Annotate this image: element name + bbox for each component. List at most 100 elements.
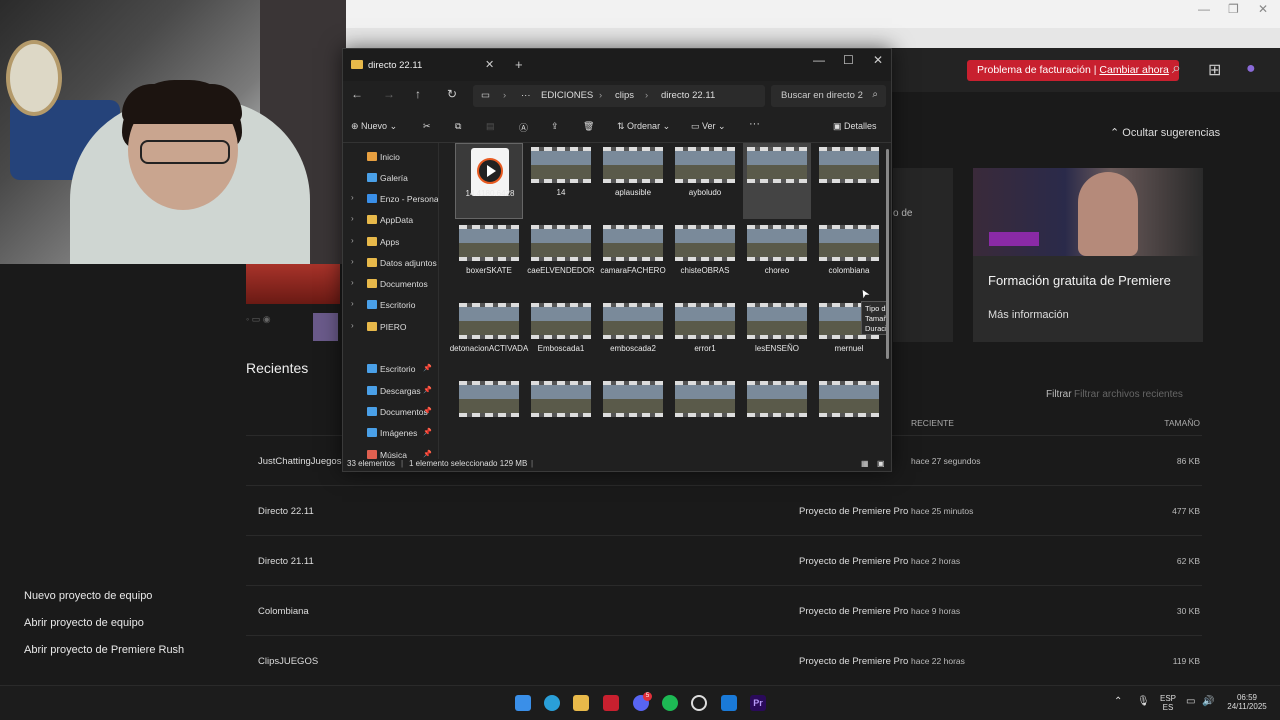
avatar[interactable]: ● [1246, 60, 1256, 78]
file-item[interactable]: detonacionACTIVADA [450, 299, 528, 375]
forward-icon[interactable]: → [383, 87, 395, 101]
file-item[interactable] [455, 377, 523, 453]
billing-change-link[interactable]: Cambiar ahora [1099, 64, 1168, 76]
capture-icon[interactable] [721, 695, 737, 711]
new-button[interactable]: ⊕ Nuevo ⌄ [351, 121, 397, 132]
sidebar-item[interactable]: Escritorio 📌 [343, 359, 438, 379]
view-button[interactable]: ▭ Ver ⌄ [691, 121, 726, 132]
spotify-icon[interactable] [662, 695, 678, 711]
search-input[interactable]: Buscar en directo 2 ⌕ [771, 85, 886, 107]
close-icon[interactable]: ✕ [873, 53, 883, 67]
search-icon[interactable]: ⌕ [1172, 60, 1181, 78]
table-row[interactable]: Directo 22.11 Proyecto de Premiere Pro h… [246, 485, 1202, 533]
restore-icon[interactable]: ❐ [1228, 2, 1239, 16]
sidebar-item[interactable]: › Apps [343, 232, 438, 252]
chevron-right-icon[interactable]: › [351, 193, 354, 202]
sidebar-item[interactable]: Imágenes 📌 [343, 423, 438, 443]
details-view-icon[interactable]: ▦ [861, 459, 869, 468]
promo-card-partial[interactable]: o de [893, 168, 953, 342]
sidebar-item[interactable]: Música 📌 [343, 445, 438, 459]
breadcrumb-ediciones[interactable]: EDICIONES [541, 90, 593, 101]
address-bar[interactable]: ▭ › ··· EDICIONES › clips › directo 22.1… [473, 85, 765, 107]
col-recent[interactable]: RECIENTE [911, 418, 954, 428]
open-rush-project-link[interactable]: Abrir proyecto de Premiere Rush [24, 644, 184, 657]
file-item[interactable]: chisteOBRAS [671, 221, 739, 297]
sidebar-item[interactable]: › AppData [343, 210, 438, 230]
file-item[interactable]: aplausible [599, 143, 667, 219]
network-icon[interactable]: ▭ [1186, 696, 1195, 707]
pin-icon[interactable]: 📌 [423, 428, 432, 436]
table-row[interactable]: Colombiana Proyecto de Premiere Pro hace… [246, 585, 1202, 633]
file-item[interactable] [743, 143, 811, 219]
file-item[interactable]: lesENSEÑO [743, 299, 811, 375]
paste-icon[interactable]: ▤ [486, 121, 495, 132]
file-item[interactable]: choreo [743, 221, 811, 297]
file-item[interactable]: 14.4180.6428 [455, 143, 523, 219]
billing-banner[interactable]: Problema de facturación | Cambiar ahora [967, 60, 1179, 81]
copy-icon[interactable]: ⧉ [455, 121, 461, 132]
file-item[interactable]: error1 [671, 299, 739, 375]
pin-icon[interactable]: 📌 [423, 364, 432, 372]
share-icon[interactable]: ⇪ [551, 121, 559, 132]
file-item[interactable]: 14 [527, 143, 595, 219]
file-item[interactable] [599, 377, 667, 453]
up-icon[interactable]: ↑ [415, 87, 421, 101]
clock[interactable]: 06:59 24/11/2025 [1222, 693, 1272, 711]
file-item[interactable] [671, 377, 739, 453]
chevron-right-icon[interactable]: › [351, 278, 354, 287]
rename-icon[interactable]: Ⓐ [519, 121, 528, 134]
file-item[interactable]: camaraFACHERO [599, 221, 667, 297]
file-item[interactable]: boxerSKATE [455, 221, 523, 297]
sidebar-item[interactable]: Documentos 📌 [343, 402, 438, 422]
chevron-right-icon[interactable]: › [351, 214, 354, 223]
minimize-icon[interactable]: — [813, 53, 825, 67]
details-button[interactable]: ▣ Detalles [833, 121, 877, 132]
sidebar-item[interactable]: › Enzo - Personal [343, 189, 438, 209]
file-item[interactable] [815, 143, 883, 219]
chevron-right-icon[interactable]: › [351, 257, 354, 266]
back-icon[interactable]: ← [351, 87, 363, 101]
sort-button[interactable]: ⇅ Ordenar ⌄ [617, 121, 670, 132]
hide-suggestions-button[interactable]: ⌃ Ocultar sugerencias [1110, 126, 1220, 139]
file-item[interactable]: Emboscada1 [527, 299, 595, 375]
tiles-view-icon[interactable]: ▣ [877, 459, 885, 468]
obs-icon[interactable] [691, 695, 707, 711]
new-tab-icon[interactable]: + [515, 57, 523, 72]
gift-icon[interactable]: ⊞ [1208, 60, 1221, 80]
minimize-icon[interactable]: — [1198, 2, 1210, 16]
promo-more-link[interactable]: Más información [988, 309, 1069, 321]
filter-input[interactable]: Filtrar archivos recientes [1074, 389, 1183, 400]
file-explorer-icon[interactable] [573, 695, 589, 711]
cut-icon[interactable]: ✂ [423, 121, 431, 132]
breadcrumb-current[interactable]: directo 22.11 [661, 90, 715, 101]
sidebar-item[interactable]: Galería [343, 168, 438, 188]
chevron-right-icon[interactable]: › [351, 236, 354, 245]
file-item[interactable] [743, 377, 811, 453]
app-icon[interactable] [603, 695, 619, 711]
breadcrumb-clips[interactable]: clips [615, 90, 634, 101]
refresh-icon[interactable]: ↻ [447, 87, 457, 101]
premiere-icon[interactable]: Pr [750, 695, 766, 711]
file-item[interactable]: ayboludo [671, 143, 739, 219]
table-row[interactable]: ClipsJUEGOS Proyecto de Premiere Pro hac… [246, 635, 1202, 683]
file-item[interactable]: emboscada2 [599, 299, 667, 375]
sidebar-item[interactable]: › PIERO [343, 317, 438, 337]
delete-icon[interactable]: 🗑 [583, 121, 594, 132]
pin-icon[interactable]: 📌 [423, 386, 432, 394]
volume-icon[interactable]: 🔊 [1202, 696, 1214, 707]
more-icon[interactable]: ··· [521, 90, 531, 101]
scrollbar[interactable] [886, 149, 889, 359]
file-item[interactable]: caeELVENDEDOR [527, 221, 595, 297]
pin-icon[interactable]: 📌 [423, 407, 432, 415]
open-team-project-link[interactable]: Abrir proyecto de equipo [24, 617, 184, 630]
edge-icon[interactable] [544, 695, 560, 711]
sidebar-item[interactable]: › Datos adjuntos [343, 253, 438, 273]
language-indicator[interactable]: ESP ES [1158, 694, 1178, 712]
chevron-up-icon[interactable]: ⌃ [1114, 696, 1122, 707]
file-item[interactable] [815, 377, 883, 453]
file-item[interactable] [527, 377, 595, 453]
more-button[interactable]: ··· [749, 118, 760, 130]
promo-card[interactable]: Formación gratuita de Premiere Más infor… [973, 168, 1203, 342]
sidebar-item[interactable]: Inicio [343, 147, 438, 167]
pin-icon[interactable]: 📌 [423, 450, 432, 458]
